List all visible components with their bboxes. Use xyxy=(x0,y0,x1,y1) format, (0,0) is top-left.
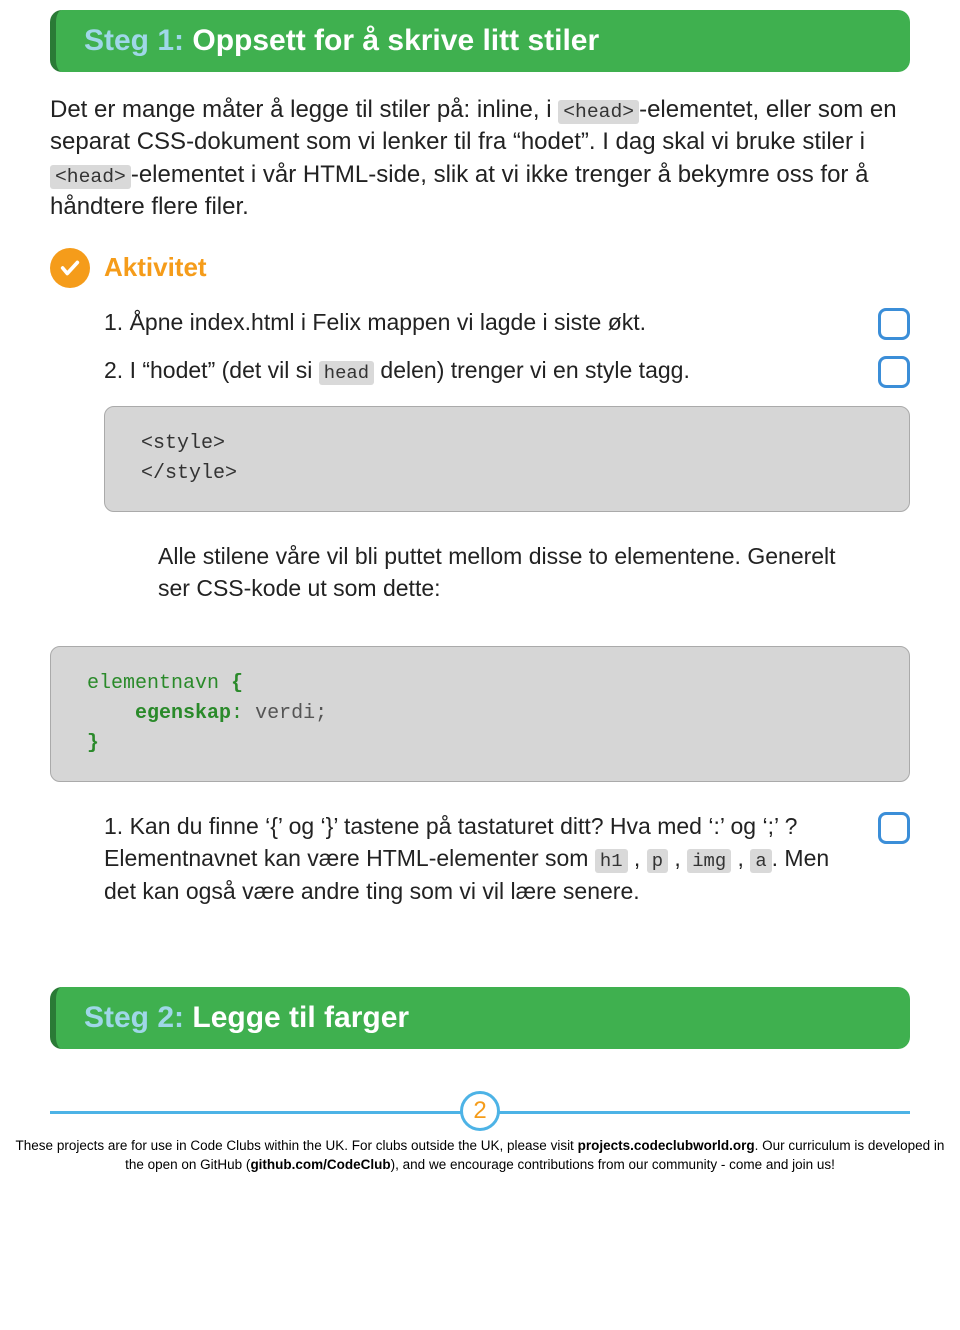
activity-text-2b: delen) trenger vi en style tagg. xyxy=(374,357,690,383)
footer-separator: 2 xyxy=(0,1089,960,1133)
activity-item-2: 2. I “hodet” (det vil si head delen) tre… xyxy=(104,354,910,388)
code-head-2: <head> xyxy=(50,165,131,189)
step-1-label: Steg 1: xyxy=(84,24,184,57)
code-img: img xyxy=(687,849,731,873)
css-value: verdi xyxy=(255,702,315,725)
checkbox-1[interactable] xyxy=(878,308,910,340)
step-1-header: Steg 1: Oppsett for å skrive litt stiler xyxy=(50,10,910,72)
checkbox-task-1[interactable] xyxy=(878,812,910,844)
code-block-css-syntax: elementnavn { egenskap: verdi; } xyxy=(50,646,910,782)
task-list: 1. Kan du finne ‘{’ og ‘}’ tastene på ta… xyxy=(50,810,910,907)
footer-link-2[interactable]: github.com/CodeClub xyxy=(250,1157,390,1172)
activity-num-2: 2. xyxy=(104,357,123,383)
footer-t3: ), and we encourage contributions from o… xyxy=(391,1157,835,1172)
activity-text-1: Åpne index.html i Felix mappen vi lagde … xyxy=(130,309,646,335)
code-head-1: <head> xyxy=(558,100,639,124)
task-num-1: 1. xyxy=(104,813,123,839)
step-1-title: Oppsett for å skrive litt stiler xyxy=(192,24,599,57)
step-2-title: Legge til farger xyxy=(192,1001,409,1034)
css-property: egenskap xyxy=(135,702,231,725)
task-text-1a: Kan du finne ‘{’ og ‘}’ tastene på tasta… xyxy=(130,813,798,839)
footer-link-1[interactable]: projects.codeclubworld.org xyxy=(578,1138,755,1153)
activity-list: 1. Åpne index.html i Felix mappen vi lag… xyxy=(50,306,910,388)
activity-item-1: 1. Åpne index.html i Felix mappen vi lag… xyxy=(104,306,910,340)
step-2-label: Steg 2: xyxy=(84,1001,184,1034)
task-text-1b: Elementnavnet kan være HTML-elementer so… xyxy=(104,845,595,871)
checkbox-2[interactable] xyxy=(878,356,910,388)
activity-text-2a: I “hodet” (det vil si xyxy=(130,357,319,383)
activity-title: Aktivitet xyxy=(104,252,207,283)
code-head-tag: head xyxy=(319,361,374,385)
activity-num-1: 1. xyxy=(104,309,123,335)
activity-header: Aktivitet xyxy=(50,248,910,288)
mid-paragraph: Alle stilene våre vil bli puttet mellom … xyxy=(50,540,910,604)
task-item-1: 1. Kan du finne ‘{’ og ‘}’ tastene på ta… xyxy=(104,810,910,907)
code-h1: h1 xyxy=(595,849,628,873)
sep-3: , xyxy=(731,845,750,871)
intro-paragraph: Det er mange måter å legge til stiler på… xyxy=(50,94,910,224)
sep-1: , xyxy=(628,845,647,871)
checkmark-icon xyxy=(50,248,90,288)
step-2-header: Steg 2: Legge til farger xyxy=(50,987,910,1049)
page-number: 2 xyxy=(460,1091,500,1131)
code-a: a xyxy=(750,849,771,873)
code-p: p xyxy=(647,849,668,873)
css-selector: elementnavn xyxy=(87,672,219,695)
footer-t1: These projects are for use in Code Clubs… xyxy=(16,1138,578,1153)
intro-text-3: -elementet i vår HTML-side, slik at vi i… xyxy=(50,161,868,220)
footer-text: These projects are for use in Code Clubs… xyxy=(0,1133,960,1185)
sep-2: , xyxy=(668,845,687,871)
intro-text-1: Det er mange måter å legge til stiler på… xyxy=(50,96,558,123)
code-block-style-tag: <style> </style> xyxy=(104,406,910,512)
